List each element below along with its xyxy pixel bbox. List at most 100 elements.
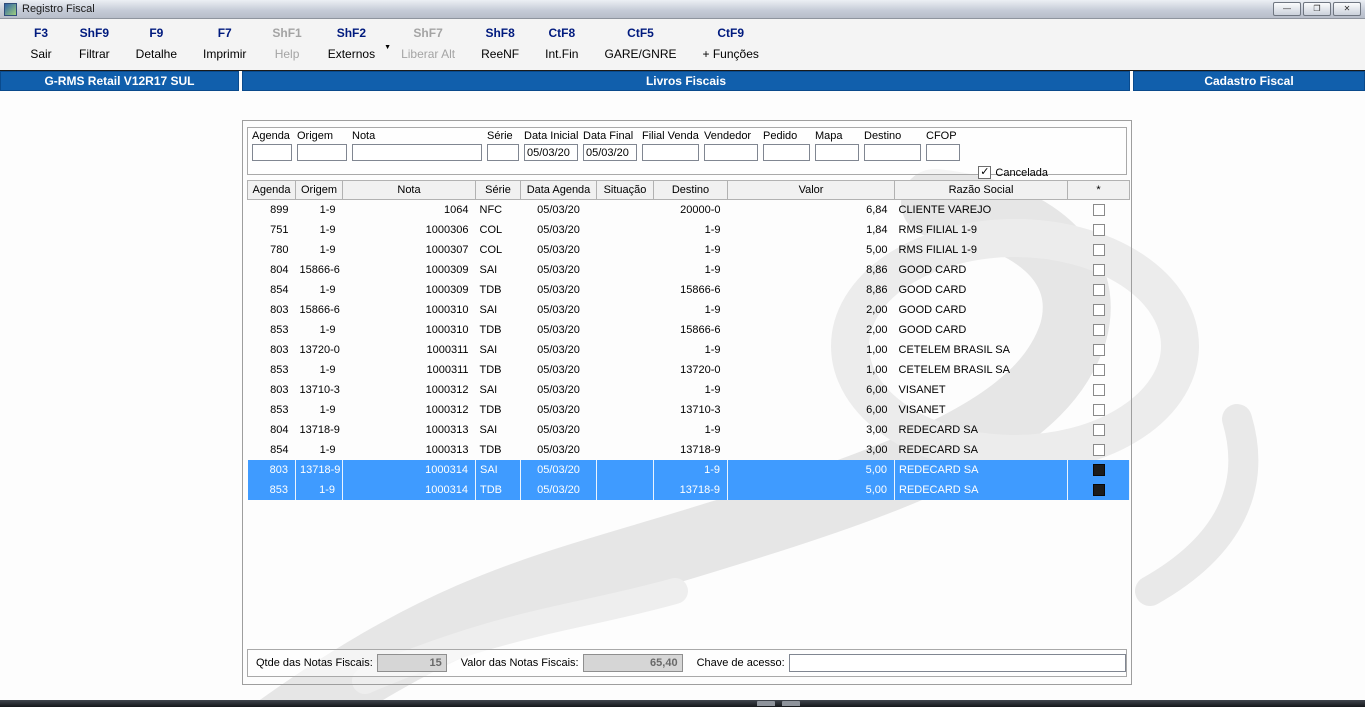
column-header-agenda[interactable]: Agenda <box>247 180 296 200</box>
row-checkbox[interactable] <box>1092 243 1105 256</box>
cell-situacao <box>597 340 654 360</box>
cell-situacao <box>597 400 654 420</box>
filter-input-nota[interactable] <box>352 144 482 161</box>
row-checkbox[interactable] <box>1092 323 1105 336</box>
row-checkbox[interactable] <box>1092 423 1105 436</box>
column-header-check[interactable]: * <box>1067 180 1130 200</box>
table-row[interactable]: 751 1-9 1000306 COL 05/03/20 1-9 1,84 RMS FILIA… <box>248 220 1130 240</box>
toolbar-item-filtrar[interactable]: ShF9 Filtrar <box>66 26 123 61</box>
row-checkbox[interactable] <box>1092 343 1105 356</box>
cell-serie: COL <box>479 223 503 236</box>
row-checkbox[interactable] <box>1092 203 1105 216</box>
cell-valor: 1,00 <box>866 363 888 376</box>
row-checkbox[interactable] <box>1092 403 1105 416</box>
column-header-nota[interactable]: Nota <box>342 180 476 200</box>
taskbar-item[interactable] <box>782 701 800 706</box>
filter-input-vendedor[interactable] <box>704 144 758 161</box>
toolbar-item-imprimir[interactable]: F7 Imprimir <box>190 26 259 61</box>
row-checkbox[interactable] <box>1092 283 1105 296</box>
column-header-s-rie[interactable]: Série <box>475 180 521 200</box>
cell-destino: 15866-6 <box>680 323 721 336</box>
row-checkbox[interactable] <box>1092 223 1105 236</box>
column-header-situa-o[interactable]: Situação <box>596 180 654 200</box>
row-checkbox[interactable] <box>1092 363 1105 376</box>
table-row[interactable]: 803 15866-6 1000310 SAI 05/03/20 1-9 2,00 GOOD … <box>248 300 1130 320</box>
table-row[interactable]: 853 1-9 1000310 TDB 05/03/20 15866-6 2,00 GOOD … <box>248 320 1130 340</box>
toolbar-item-int-fin[interactable]: CtF8 Int.Fin <box>532 26 591 61</box>
table-row[interactable]: 803 13718-9 1000314 SAI 05/03/20 1-9 5,00 REDEC… <box>247 459 1130 480</box>
taskbar-item[interactable] <box>757 701 775 706</box>
cell-destino: 13718-9 <box>680 443 721 456</box>
filter-input-data_inicial[interactable] <box>524 144 578 161</box>
cell-check <box>1068 220 1130 240</box>
table-row[interactable]: 804 15866-6 1000309 SAI 05/03/20 1-9 8,86 GOOD … <box>248 260 1130 280</box>
filter-input-destino[interactable] <box>864 144 921 161</box>
table-row[interactable]: 853 1-9 1000311 TDB 05/03/20 13720-0 1,00 CETEL… <box>248 360 1130 380</box>
cell-origem: 13710-3 <box>299 383 340 396</box>
filter-input-serie[interactable] <box>487 144 519 161</box>
minimize-button[interactable]: — <box>1273 2 1301 16</box>
filter-input-filial_venda[interactable] <box>642 144 699 161</box>
header-app-version: G-RMS Retail V12R17 SUL <box>0 71 239 91</box>
toolbar-item-key: F7 <box>217 26 232 40</box>
chave-acesso-input[interactable] <box>788 654 1126 672</box>
cancelada-checkbox[interactable]: ✓ Cancelada <box>978 166 1048 179</box>
summary-footer: Qtde das Notas Fiscais: Valor das Notas … <box>247 649 1127 677</box>
toolbar-item-label: ReeNF <box>481 47 520 61</box>
row-checkbox[interactable] <box>1092 463 1105 476</box>
cell-data_agenda: 05/03/20 <box>537 243 580 256</box>
cell-check <box>1068 280 1130 300</box>
cell-serie: TDB <box>479 403 502 416</box>
cell-check <box>1068 400 1130 420</box>
toolbar-item-label: + Funções <box>702 47 759 61</box>
cell-situacao <box>596 459 654 480</box>
toolbar-item-reenf[interactable]: ShF8 ReeNF <box>468 26 532 61</box>
table-row[interactable]: 899 1-9 1064 NFC 05/03/20 20000-0 6,84 CLIENTE … <box>248 200 1130 220</box>
cell-valor: 8,86 <box>866 283 888 296</box>
cell-origem: 13718-9 <box>295 459 343 480</box>
toolbar-item-gare-gnre[interactable]: CtF5 GARE/GNRE <box>591 26 689 61</box>
column-header-data-agenda[interactable]: Data Agenda <box>520 180 597 200</box>
close-button[interactable]: ✕ <box>1333 2 1361 16</box>
filter-input-agenda[interactable] <box>252 144 292 161</box>
table-row[interactable]: 803 13710-3 1000312 SAI 05/03/20 1-9 6,00 VISAN… <box>248 380 1130 400</box>
toolbar-item--fun-es[interactable]: CtF9 + Funções <box>690 26 772 61</box>
column-header-destino[interactable]: Destino <box>653 180 728 200</box>
toolbar-item-sair[interactable]: F3 Sair <box>16 26 66 61</box>
table-header-row: Agenda Origem Nota Série Data Agenda Situação… <box>247 180 1130 200</box>
filter-input-data_final[interactable] <box>583 144 637 161</box>
row-checkbox[interactable] <box>1092 443 1105 456</box>
filter-label-filial_venda: Filial Venda <box>642 130 699 142</box>
filter-label-serie: Série <box>487 130 513 142</box>
row-checkbox[interactable] <box>1092 303 1105 316</box>
window-titlebar: Registro Fiscal — ❐ ✕ <box>0 0 1365 19</box>
filter-input-mapa[interactable] <box>815 144 859 161</box>
filter-input-pedido[interactable] <box>763 144 810 161</box>
row-checkbox[interactable] <box>1092 383 1105 396</box>
toolbar-item-externos[interactable]: ShF2 Externos ▼ <box>315 26 391 61</box>
table-row[interactable]: 853 1-9 1000314 TDB 05/03/20 13718-9 5,00 REDEC… <box>247 479 1130 500</box>
table-row[interactable]: 803 13720-0 1000311 SAI 05/03/20 1-9 1,00 CETEL… <box>248 340 1130 360</box>
row-checkbox[interactable] <box>1092 483 1105 496</box>
filter-label-vendedor: Vendedor <box>704 130 752 142</box>
column-header-valor[interactable]: Valor <box>727 180 895 200</box>
table-row[interactable]: 853 1-9 1000312 TDB 05/03/20 13710-3 6,00 VISAN… <box>248 400 1130 420</box>
cell-data_agenda: 05/03/20 <box>537 323 580 336</box>
cell-razao_social: GOOD CARD <box>898 263 967 276</box>
cell-serie: SAI <box>479 263 498 276</box>
toolbar-item-help: ShF1 Help <box>259 26 314 61</box>
toolbar-item-detalhe[interactable]: F9 Detalhe <box>123 26 190 61</box>
maximize-button[interactable]: ❐ <box>1303 2 1331 16</box>
header-section-title: Cadastro Fiscal <box>1133 71 1365 91</box>
table-row[interactable]: 780 1-9 1000307 COL 05/03/20 1-9 5,00 RMS FILIA… <box>248 240 1130 260</box>
row-checkbox[interactable] <box>1092 263 1105 276</box>
cell-destino: 1-9 <box>704 303 721 316</box>
filter-input-origem[interactable] <box>297 144 347 161</box>
cell-agenda: 853 <box>270 363 289 376</box>
table-row[interactable]: 854 1-9 1000313 TDB 05/03/20 13718-9 3,00 REDEC… <box>248 440 1130 460</box>
column-header-origem[interactable]: Origem <box>295 180 343 200</box>
table-row[interactable]: 854 1-9 1000309 TDB 05/03/20 15866-6 8,86 GOOD … <box>248 280 1130 300</box>
column-header-raz-o-social[interactable]: Razão Social <box>894 180 1068 200</box>
cell-agenda: 854 <box>270 283 289 296</box>
table-row[interactable]: 804 13718-9 1000313 SAI 05/03/20 1-9 3,00 REDEC… <box>248 420 1130 440</box>
